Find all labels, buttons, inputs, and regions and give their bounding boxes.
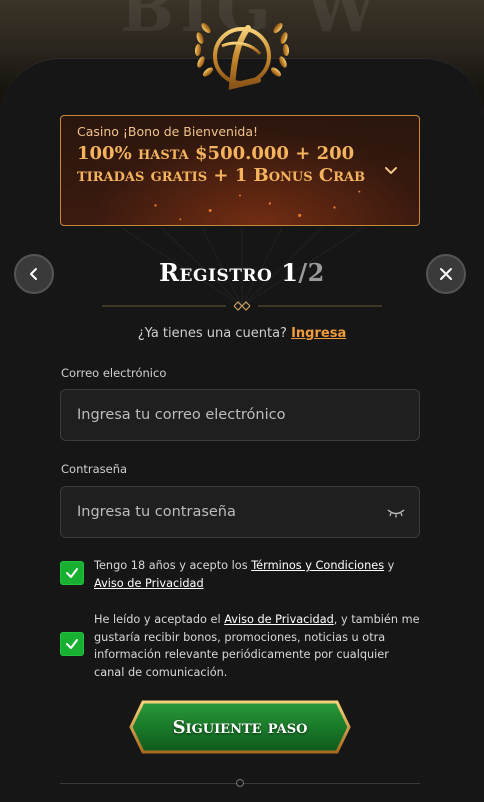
page-title: Registro 1/2: [62, 258, 422, 287]
bonus-label: Casino ¡Bono de Bienvenida!: [77, 124, 259, 139]
password-label: Contraseña: [61, 462, 128, 476]
title-area: Registro 1/2: [62, 228, 422, 318]
eye-closed-icon[interactable]: [387, 505, 405, 519]
back-button[interactable]: [14, 254, 54, 294]
terms-link[interactable]: Términos y Condiciones: [251, 559, 384, 572]
marketing-consent: He leído y aceptado el Aviso de Privacid…: [60, 611, 420, 681]
next-step-label: Siguiente paso: [172, 716, 308, 738]
close-icon: [440, 268, 452, 280]
title-text: Registro 1: [159, 258, 299, 287]
next-step-button[interactable]: Siguiente paso: [129, 700, 351, 754]
marketing-text: He leído y aceptado el Aviso de Privacid…: [94, 611, 420, 681]
title-step-suffix: /2: [298, 258, 325, 287]
password-field[interactable]: Ingresa tu contraseña: [60, 486, 420, 538]
password-placeholder: Ingresa tu contraseña: [77, 504, 236, 520]
email-label: Correo electrónico: [61, 366, 167, 380]
age-terms-checkbox[interactable]: [60, 561, 84, 585]
consent-text: Tengo 18 años y acepto los: [94, 559, 252, 572]
bonus-title: 100% hasta $500.000 + 200 tiradas gratis…: [77, 143, 366, 186]
consent-text: He leído y aceptado el: [94, 613, 225, 626]
marketing-checkbox[interactable]: [60, 632, 84, 656]
divider-dot: [236, 779, 244, 787]
checkmark-icon: [66, 568, 78, 578]
privacy-link[interactable]: Aviso de Privacidad: [94, 577, 204, 590]
checkmark-icon: [66, 639, 78, 649]
login-link[interactable]: Ingresa: [291, 326, 346, 341]
welcome-bonus-card[interactable]: Casino ¡Bono de Bienvenida! 100% hasta $…: [60, 115, 420, 226]
email-field[interactable]: Ingresa tu correo electrónico: [60, 389, 420, 441]
privacy-link-2[interactable]: Aviso de Privacidad: [224, 613, 334, 626]
login-prompt: ¿Ya tienes una cuenta? Ingresa: [0, 326, 484, 341]
age-terms-consent: Tengo 18 años y acepto los Términos y Co…: [60, 557, 420, 592]
chevron-left-icon: [30, 268, 37, 280]
consent-text: y: [384, 559, 395, 572]
close-button[interactable]: [426, 254, 466, 294]
laurel-logo-icon: [194, 23, 290, 90]
age-terms-text: Tengo 18 años y acepto los Términos y Co…: [94, 557, 420, 592]
chevron-down-icon[interactable]: [383, 162, 399, 178]
login-prompt-text: ¿Ya tienes una cuenta?: [137, 326, 287, 341]
